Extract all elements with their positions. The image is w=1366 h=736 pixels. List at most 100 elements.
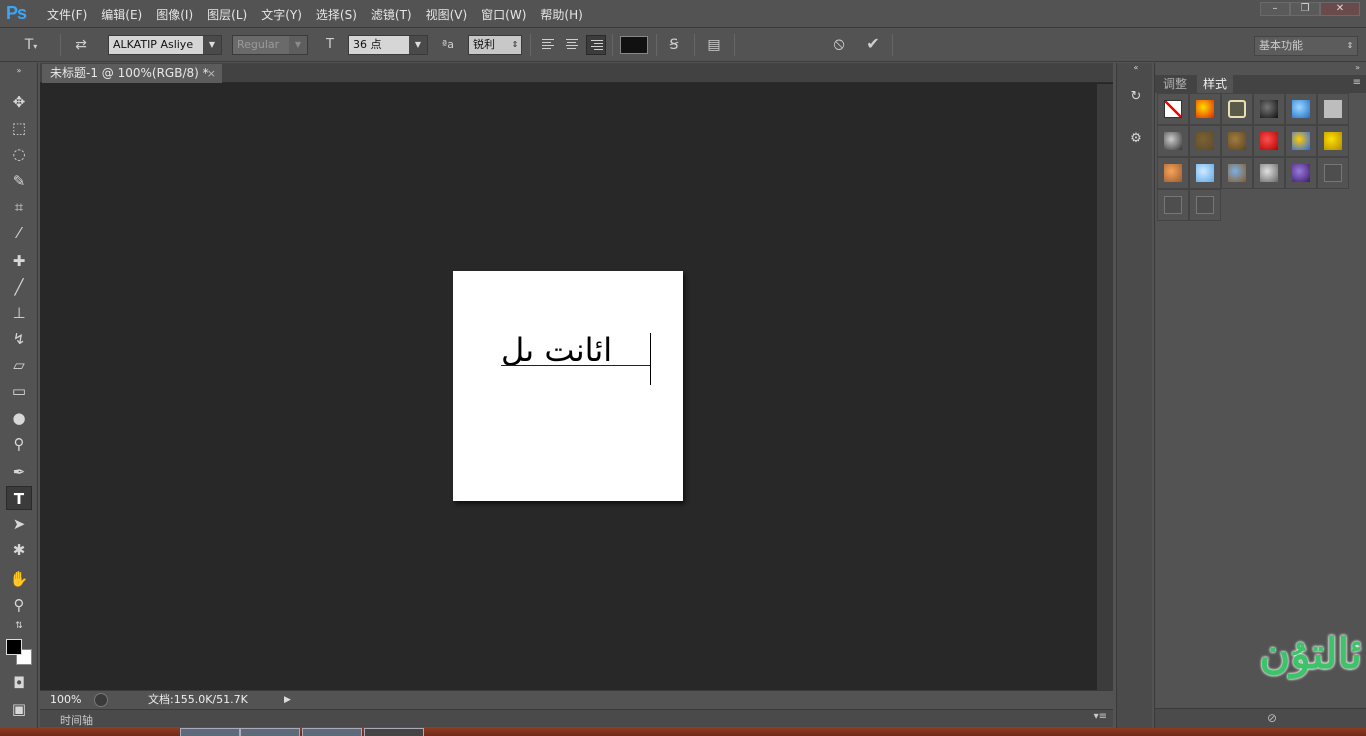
outline-style[interactable] [1221,93,1253,125]
landscape-style[interactable] [1221,157,1253,189]
status-info-icon[interactable] [94,693,108,707]
commit-edit-icon[interactable]: ✔ [862,34,884,54]
hand-tool-icon[interactable]: ✋ [6,567,32,591]
taskbar-item[interactable] [302,728,362,736]
path-select-tool-icon[interactable]: ➤ [6,512,32,536]
document-tab[interactable]: 未标题-1 @ 100%(RGB/8) * × [42,64,222,83]
menu-view[interactable]: 视图(V) [419,6,475,23]
chevron-down-icon: ▼ [409,36,427,54]
collapse-panel-icon[interactable]: » [1355,63,1360,72]
stamp-tool-icon[interactable]: ⊥ [6,301,32,325]
marquee-tool-icon[interactable]: ⬚ [6,116,32,140]
history-panel-icon[interactable]: ↻ [1126,87,1146,107]
gradient-tool-icon[interactable]: ▭ [6,379,32,403]
pen-tool-icon[interactable]: ✒ [6,460,32,484]
wood-style[interactable] [1221,125,1253,157]
eraser-tool-icon[interactable]: ▱ [6,353,32,377]
menu-items: 文件(F) 编辑(E) 图像(I) 图层(L) 文字(Y) 选择(S) 滤镜(T… [40,6,590,23]
dark-bevel-style[interactable] [1253,93,1285,125]
dodge-tool-icon[interactable]: ⚲ [6,432,32,456]
tab-adjustments[interactable]: 调整 [1157,75,1193,93]
panel-menu-icon[interactable]: ▾≡ [1094,711,1107,722]
none-style[interactable] [1157,93,1189,125]
font-style-select[interactable]: Regular ▼ [232,35,308,55]
pattern-style[interactable] [1253,157,1285,189]
timeline-panel: 时间轴 ▾≡ [40,709,1113,727]
menu-layer[interactable]: 图层(L) [200,6,254,23]
canvas-text-layer[interactable]: ائانت ىل [501,331,612,369]
font-size-select[interactable]: 36 点 ▼ [348,35,428,55]
close-tab-icon[interactable]: × [207,64,216,83]
lasso-tool-icon[interactable]: ◌ [6,142,32,166]
menu-help[interactable]: 帮助(H) [533,6,589,23]
antialias-select[interactable]: 锐利 ⇕ [468,35,522,55]
gray-flat-style[interactable] [1317,93,1349,125]
restore-button[interactable]: ❐ [1290,2,1320,16]
crop-tool-icon[interactable]: ⌗ [6,195,32,219]
document-canvas[interactable]: ائانت ىل [453,271,683,501]
bronze-style[interactable] [1189,125,1221,157]
empty-style-3[interactable] [1189,189,1221,221]
healing-brush-tool-icon[interactable]: ✚ [6,249,32,273]
move-tool-icon[interactable]: ✥ [6,90,32,114]
vertical-scrollbar[interactable] [1097,84,1113,690]
menu-window[interactable]: 窗口(W) [474,6,533,23]
eyedropper-tool-icon[interactable]: ⁄ [6,221,32,245]
menu-image[interactable]: 图像(I) [149,6,200,23]
quick-select-tool-icon[interactable]: ✎ [6,169,32,193]
type-tool-icon[interactable]: T [6,486,32,510]
close-window-button[interactable]: ✕ [1320,2,1360,16]
cancel-edit-icon[interactable]: ⦸ [828,34,850,54]
workspace-select[interactable]: 基本功能 ⇕ [1254,36,1358,56]
warp-text-icon[interactable]: Ꞩ [664,35,684,55]
blur-tool-icon[interactable]: ● [6,406,32,430]
align-left-button[interactable] [538,35,558,55]
zoom-level[interactable]: 100% [50,691,81,708]
collapse-dock-icon[interactable]: « [1126,63,1146,73]
character-panel-icon[interactable]: ▤ [704,35,724,55]
timeline-tab[interactable]: 时间轴 [60,712,93,728]
taskbar-item[interactable] [240,728,300,736]
chrome-style[interactable] [1157,125,1189,157]
menu-select[interactable]: 选择(S) [309,6,364,23]
sunset-style[interactable] [1157,157,1189,189]
rainbow-style[interactable] [1285,125,1317,157]
align-center-button[interactable] [562,35,582,55]
brush-tool-icon[interactable]: ╱ [6,275,32,299]
history-brush-tool-icon[interactable]: ↯ [6,327,32,351]
red-button-style[interactable] [1253,125,1285,157]
shape-tool-icon[interactable]: ✱ [6,538,32,562]
empty-style-2[interactable] [1157,189,1189,221]
align-right-button[interactable] [586,35,606,55]
menu-type[interactable]: 文字(Y) [254,6,309,23]
empty-style-2-swatch [1164,196,1182,214]
menu-file[interactable]: 文件(F) [40,6,94,23]
properties-panel-icon[interactable]: ⚙ [1126,129,1146,149]
minimize-button[interactable]: – [1260,2,1290,16]
empty-style-1[interactable] [1317,157,1349,189]
menu-filter[interactable]: 滤镜(T) [364,6,419,23]
text-color-swatch[interactable] [620,36,648,54]
type-tool-preset-icon[interactable]: T▾ [20,35,42,57]
tab-styles[interactable]: 样式 [1197,75,1234,93]
quick-mask-icon[interactable]: ◘ [6,671,32,695]
zoom-tool-icon[interactable]: ⚲ [6,593,32,617]
collapse-toolbar-icon[interactable]: » [6,67,32,75]
toggle-text-orientation-icon[interactable]: ⇄ [70,35,92,55]
red-glow-style[interactable] [1189,93,1221,125]
purple-style[interactable] [1285,157,1317,189]
screen-mode-icon[interactable]: ▣ [6,697,32,721]
sky-style[interactable] [1189,157,1221,189]
status-menu-arrow-icon[interactable]: ▶ [284,694,296,706]
panel-menu-icon[interactable]: ≡ [1353,77,1361,88]
font-family-select[interactable]: ALKATIP Asliye ▼ [108,35,222,55]
taskbar-item-active[interactable] [364,728,424,736]
taskbar-item[interactable] [180,728,240,736]
menu-edit[interactable]: 编辑(E) [94,6,149,23]
foreground-color-swatch[interactable] [6,639,22,655]
blue-glass-style[interactable] [1285,93,1317,125]
wood-style-swatch [1228,132,1246,150]
gold-style[interactable] [1317,125,1349,157]
updown-icon: ⇕ [1343,37,1357,55]
swap-colors-icon[interactable]: ⇅ [6,619,32,633]
